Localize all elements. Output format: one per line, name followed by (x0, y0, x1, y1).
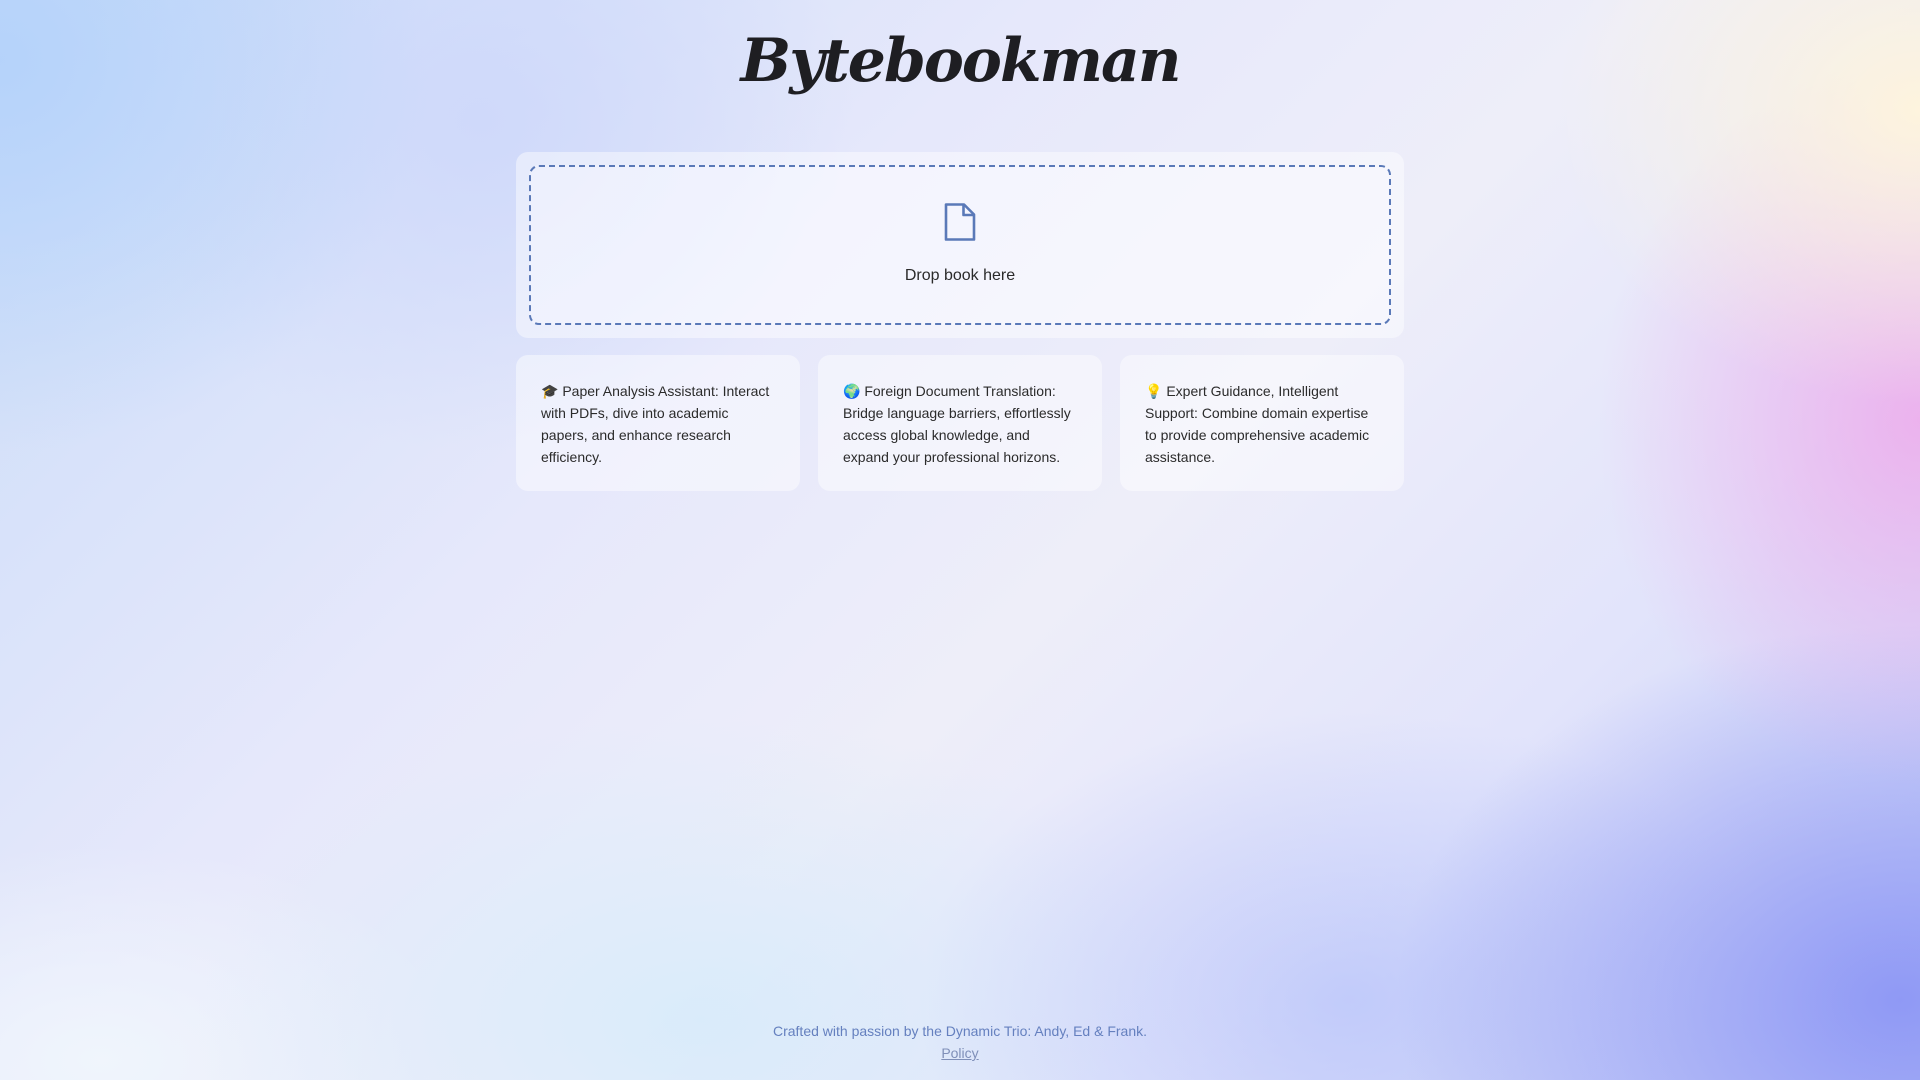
upload-panel: Drop book here (516, 152, 1404, 338)
book-dropzone[interactable]: Drop book here (529, 165, 1391, 325)
feature-cards: 🎓 Paper Analysis Assistant: Interact wit… (516, 355, 1404, 491)
footer: Crafted with passion by the Dynamic Trio… (0, 1020, 1920, 1064)
feature-card-paper-analysis: 🎓 Paper Analysis Assistant: Interact wit… (516, 355, 800, 491)
footer-credit: Crafted with passion by the Dynamic Trio… (772, 1023, 1147, 1039)
policy-link[interactable]: Policy (941, 1045, 978, 1061)
app-logo: Bytebookman (740, 26, 1181, 96)
feature-card-translation: 🌍 Foreign Document Translation: Bridge l… (818, 355, 1102, 491)
file-icon (944, 203, 976, 241)
feature-card-expert-guidance: 💡 Expert Guidance, Intelligent Support: … (1120, 355, 1404, 491)
dropzone-label: Drop book here (904, 267, 1016, 284)
